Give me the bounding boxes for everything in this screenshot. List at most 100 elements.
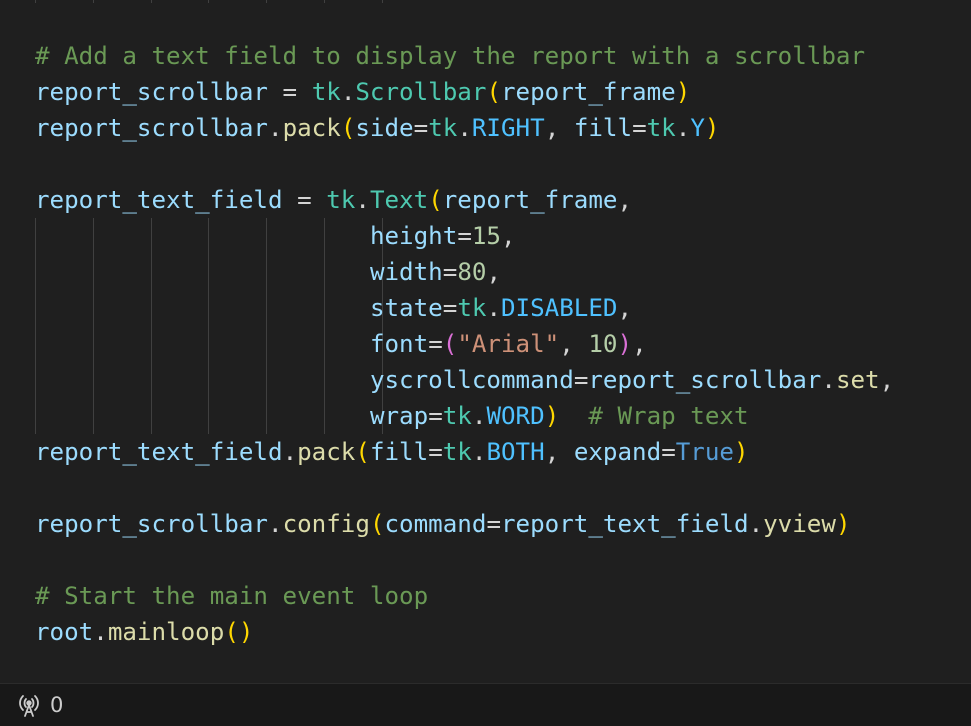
code-token-operator: , [617,186,633,214]
code-token-operator: = [428,438,443,466]
code-token-variable: report_text_field [501,510,749,538]
ports-count[interactable]: 0 [50,693,63,717]
code-token-operator [35,402,370,430]
code-token-variable: state [369,294,443,322]
code-token-variable: height [369,222,458,250]
code-token-operator: , [486,258,501,286]
code-token-module: tk [646,114,676,142]
code-line[interactable]: report_scrollbar.pack(side=tk.RIGHT, fil… [35,110,894,146]
code-token-bracket-1: ( [355,438,370,466]
code-token-operator [35,258,370,286]
code-token-operator: . [268,114,283,142]
code-token-number: 80 [457,258,487,286]
code-token-variable: report_frame [501,78,676,106]
code-line[interactable]: wrap=tk.WORD) # Wrap text [35,398,894,434]
code-token-module: Text [369,186,429,214]
code-line[interactable]: font=("Arial", 10), [35,326,894,362]
code-lines[interactable]: # Add a text field to display the report… [35,2,894,650]
code-line[interactable] [35,470,894,506]
code-line[interactable]: yscrollcommand=report_scrollbar.set, [35,362,894,398]
code-token-operator: = [442,258,458,286]
code-token-operator: . [471,438,487,466]
code-token-operator: . [282,438,298,466]
code-line[interactable]: # Add a text field to display the report… [35,38,894,74]
code-token-variable: report_frame [442,186,618,214]
code-token-bracket-2: ) [617,330,633,358]
code-token-operator: . [457,114,472,142]
code-token-operator: , [501,222,516,250]
code-token-operator: . [355,186,370,214]
code-token-function: pack [282,114,341,142]
code-token-module: tk [457,294,487,322]
code-line[interactable] [35,542,894,578]
code-token-number: 10 [588,330,618,358]
code-token-operator [35,330,370,358]
code-line[interactable]: report_scrollbar.config(command=report_t… [35,506,894,542]
code-token-bracket-1: ) [544,402,560,430]
code-token-variable: side [355,114,414,142]
code-token-operator [559,402,588,430]
code-token-module: tk [326,186,356,214]
code-token-operator [35,222,370,250]
code-token-keyword: True [675,438,734,466]
code-token-variable: report_text_field [35,438,283,466]
code-token-operator: , [617,294,633,322]
code-token-string: "Arial" [457,330,560,358]
code-token-variable: fill [369,438,429,466]
code-token-operator: = [428,402,443,430]
code-token-variable: report_scrollbar [588,366,822,394]
code-token-operator: . [471,402,487,430]
code-token-bracket-1: ( [486,78,501,106]
code-token-bracket-1: ( [340,114,356,142]
code-token-variable: report_scrollbar [35,510,268,538]
code-line[interactable]: width=80, [35,254,894,290]
code-token-operator: = [282,186,327,214]
code-token-operator [35,294,370,322]
code-token-comment: # Add a text field to display the report… [35,42,866,70]
code-token-comment: # Start the main event loop [35,582,429,610]
code-token-function: set [835,366,880,394]
code-token-operator: = [442,294,458,322]
code-token-bracket-1: ( [428,186,443,214]
code-token-variable: width [369,258,443,286]
code-line[interactable]: report_scrollbar = tk.Scrollbar(report_f… [35,74,894,110]
code-token-bracket-1: ) [734,438,749,466]
code-token-constant: RIGHT [471,114,545,142]
code-line[interactable]: state=tk.DISABLED, [35,290,894,326]
code-token-variable: fill [573,114,633,142]
code-token-function: mainloop [107,618,225,646]
code-line[interactable] [35,146,894,182]
code-token-module: tk [442,438,472,466]
code-token-module: Scrollbar [355,78,487,106]
code-token-operator [35,366,370,394]
code-token-number: 15 [471,222,501,250]
code-line[interactable]: height=15, [35,218,894,254]
code-token-module: tk [442,402,472,430]
code-token-operator: = [413,114,429,142]
code-line[interactable]: # Start the main event loop [35,578,894,614]
code-token-operator: = [661,438,676,466]
code-line[interactable] [35,2,894,38]
code-token-operator: , [632,330,647,358]
code-token-variable: expand [573,438,662,466]
broadcast-icon[interactable] [16,692,42,718]
code-token-function: yview [763,510,836,538]
code-line[interactable]: report_text_field = tk.Text(report_frame… [35,182,894,218]
code-token-operator: = [268,78,312,106]
code-token-module: tk [428,114,458,142]
code-token-operator: , [544,114,574,142]
code-line[interactable]: report_text_field.pack(fill=tk.BOTH, exp… [35,434,894,470]
code-token-variable: yscrollcommand [369,366,574,394]
code-token-variable: wrap [369,402,429,430]
code-token-bracket-1: () [224,618,254,646]
code-token-constant: WORD [486,402,545,430]
code-line[interactable]: root.mainloop() [35,614,894,650]
code-token-variable: root [35,618,94,646]
code-token-bracket-1: ) [704,114,720,142]
code-token-operator: . [268,510,283,538]
code-token-bracket-1: ) [675,78,691,106]
code-token-operator: = [428,330,443,358]
code-editor[interactable]: # Add a text field to display the report… [0,0,971,683]
code-token-variable: font [369,330,429,358]
code-token-constant: BOTH [486,438,545,466]
